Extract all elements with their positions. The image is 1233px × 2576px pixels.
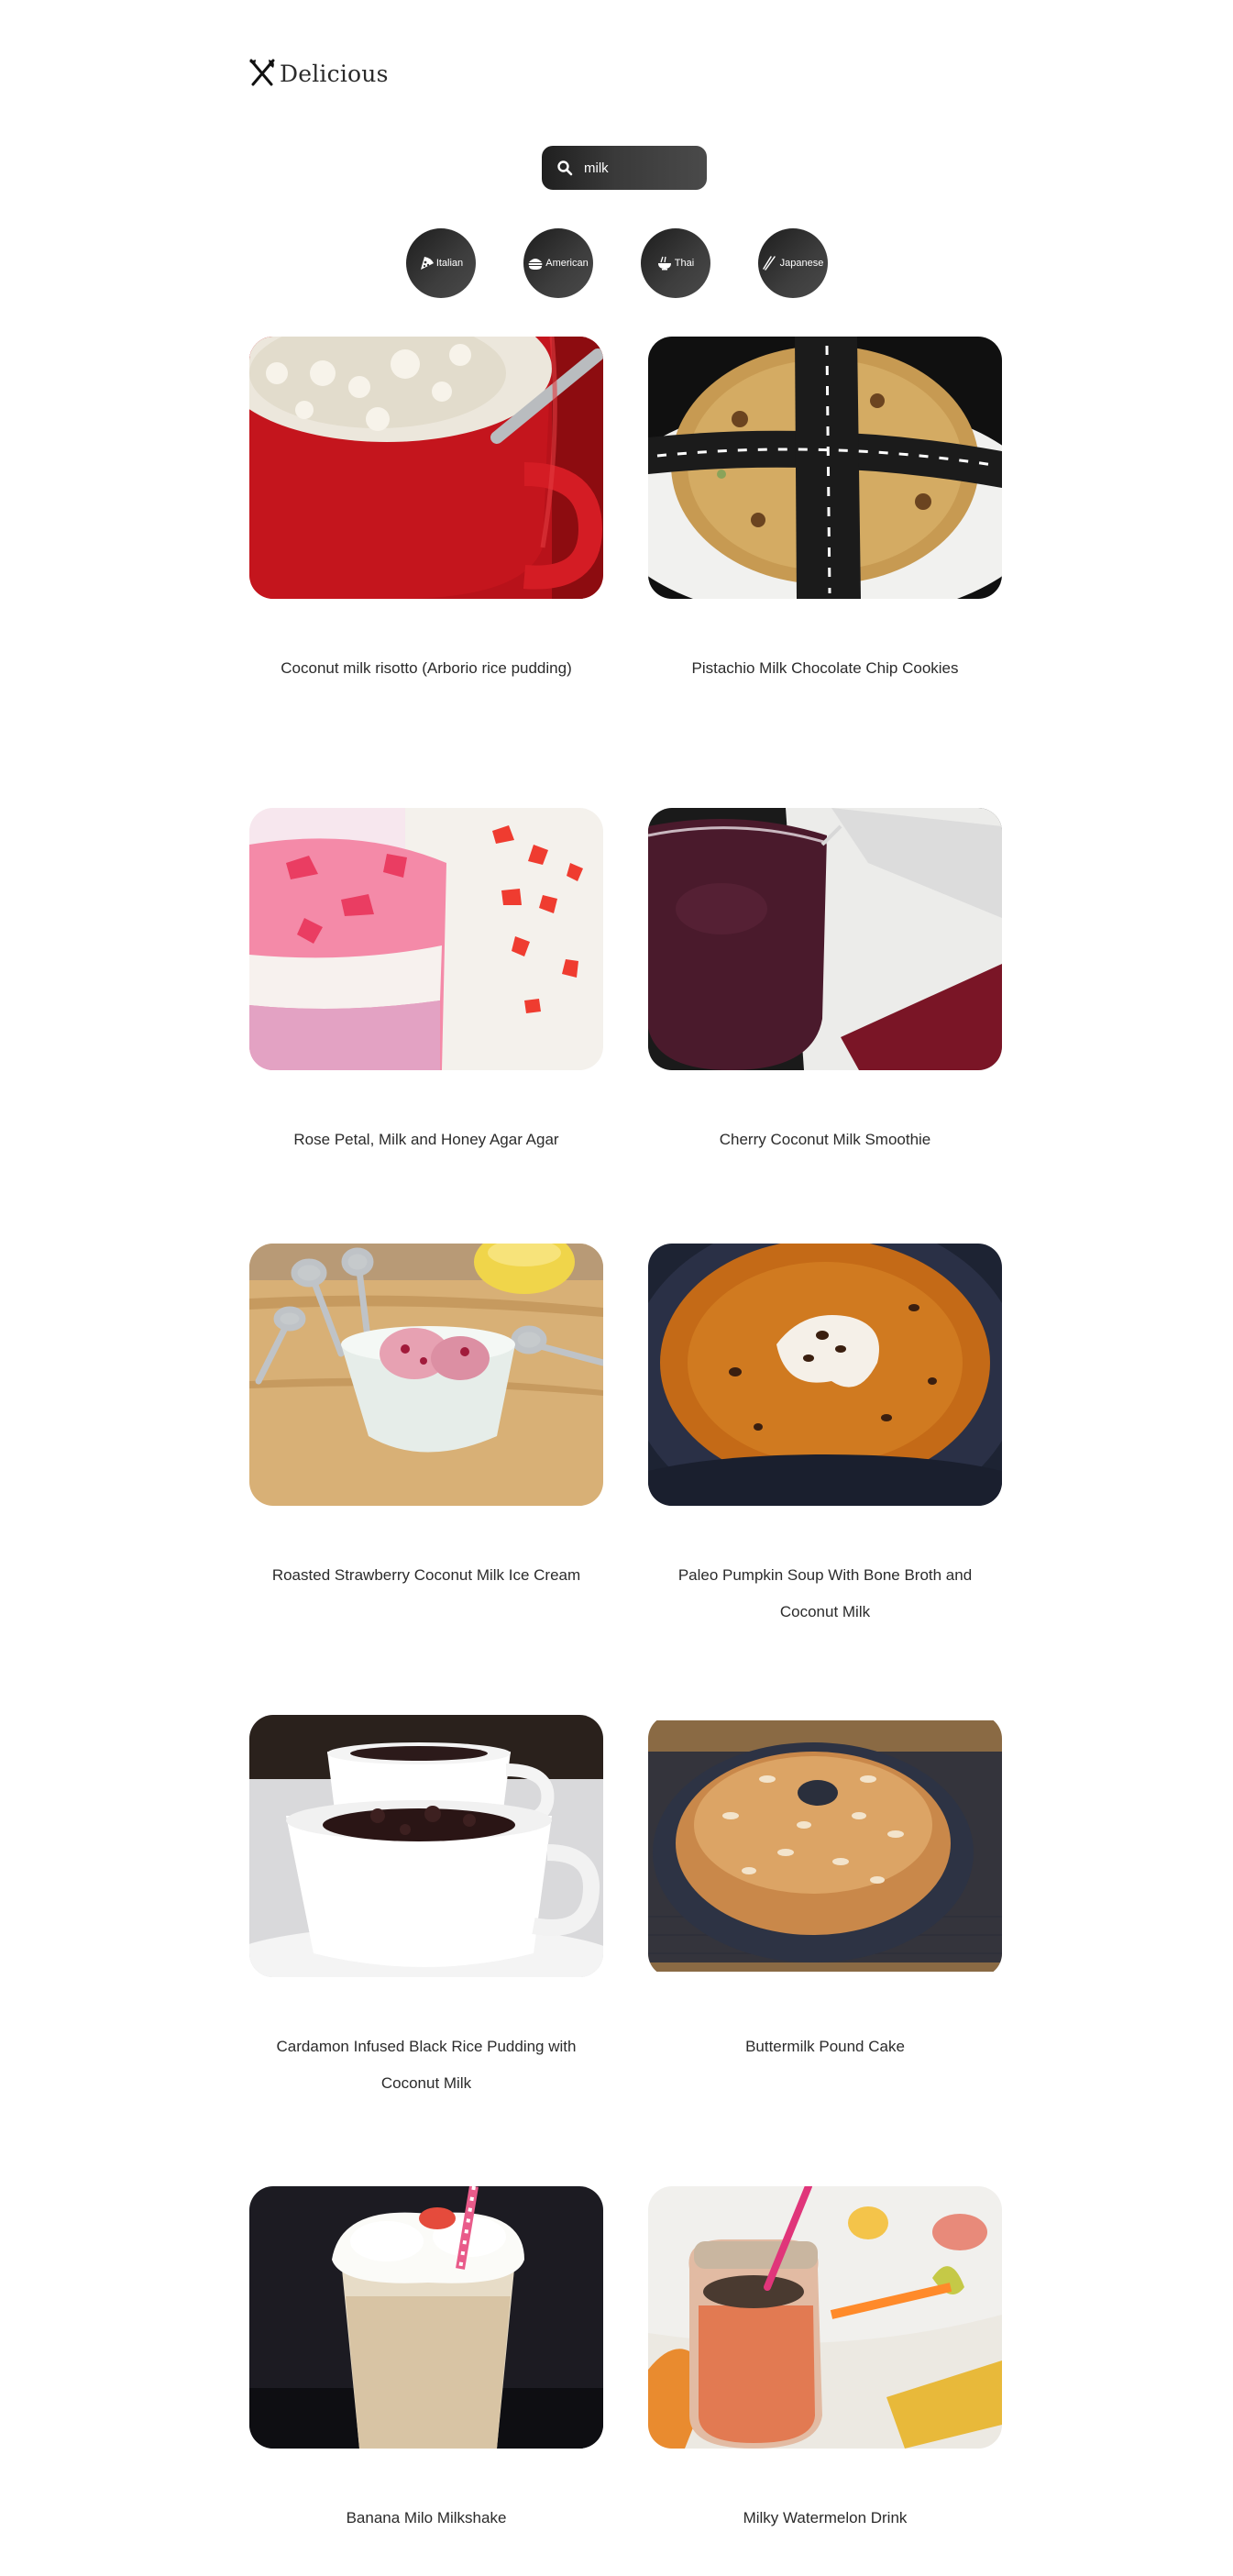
recipe-title[interactable]: Milky Watermelon Drink [648, 2500, 1002, 2537]
recipe-photo[interactable] [648, 808, 1002, 1070]
recipe-photo[interactable] [648, 2186, 1002, 2449]
recipe-photo[interactable] [648, 1715, 1002, 1977]
recipe-title[interactable]: Rose Petal, Milk and Honey Agar Agar [249, 1122, 603, 1158]
recipe-photo[interactable] [249, 2186, 603, 2449]
recipe-card[interactable]: Paleo Pumpkin Soup With Bone Broth and C… [648, 1244, 1002, 1631]
recipe-image [648, 1244, 1002, 1506]
recipe-photo[interactable] [249, 808, 603, 1070]
recipe-card[interactable]: Cherry Coconut Milk Smoothie [648, 808, 1002, 1158]
recipe-image [249, 1244, 603, 1506]
recipe-title[interactable]: Cherry Coconut Milk Smoothie [648, 1122, 1002, 1158]
recipe-card[interactable]: Coconut milk risotto (Arborio rice puddi… [249, 337, 603, 687]
recipe-card[interactable]: Cardamon Infused Black Rice Pudding with… [249, 1715, 603, 2102]
recipe-photo[interactable] [249, 1244, 603, 1506]
recipe-photo[interactable] [249, 1715, 603, 1977]
recipe-image [249, 337, 603, 599]
recipe-card[interactable]: Roasted Strawberry Coconut Milk Ice Crea… [249, 1244, 603, 1594]
recipe-title[interactable]: Banana Milo Milkshake [249, 2500, 603, 2537]
recipe-card[interactable]: Pistachio Milk Chocolate Chip Cookies [648, 337, 1002, 687]
recipe-image [648, 337, 1002, 599]
recipe-title[interactable]: Pistachio Milk Chocolate Chip Cookies [648, 650, 1002, 687]
recipe-image [648, 1715, 1002, 1977]
recipe-photo[interactable] [648, 1244, 1002, 1506]
recipe-image [249, 808, 603, 1070]
recipe-title[interactable]: Roasted Strawberry Coconut Milk Ice Crea… [249, 1557, 603, 1594]
recipe-photo[interactable] [648, 337, 1002, 599]
recipe-image [648, 2186, 1002, 2449]
recipe-title[interactable]: Cardamon Infused Black Rice Pudding with… [249, 2029, 603, 2102]
recipe-image [648, 808, 1002, 1070]
recipe-title[interactable]: Paleo Pumpkin Soup With Bone Broth and C… [648, 1557, 1002, 1631]
recipe-title[interactable]: Buttermilk Pound Cake [648, 2029, 1002, 2065]
recipe-image [249, 2186, 603, 2449]
recipe-card[interactable]: Milky Watermelon Drink [648, 2186, 1002, 2537]
recipe-card[interactable]: Banana Milo Milkshake [249, 2186, 603, 2537]
recipe-grid: Coconut milk risotto (Arborio rice puddi… [0, 0, 1233, 2576]
recipe-image [249, 1715, 603, 1977]
recipe-photo[interactable] [249, 337, 603, 599]
recipe-title[interactable]: Coconut milk risotto (Arborio rice puddi… [249, 650, 603, 687]
recipe-card[interactable]: Buttermilk Pound Cake [648, 1715, 1002, 2065]
recipe-card[interactable]: Rose Petal, Milk and Honey Agar Agar [249, 808, 603, 1158]
